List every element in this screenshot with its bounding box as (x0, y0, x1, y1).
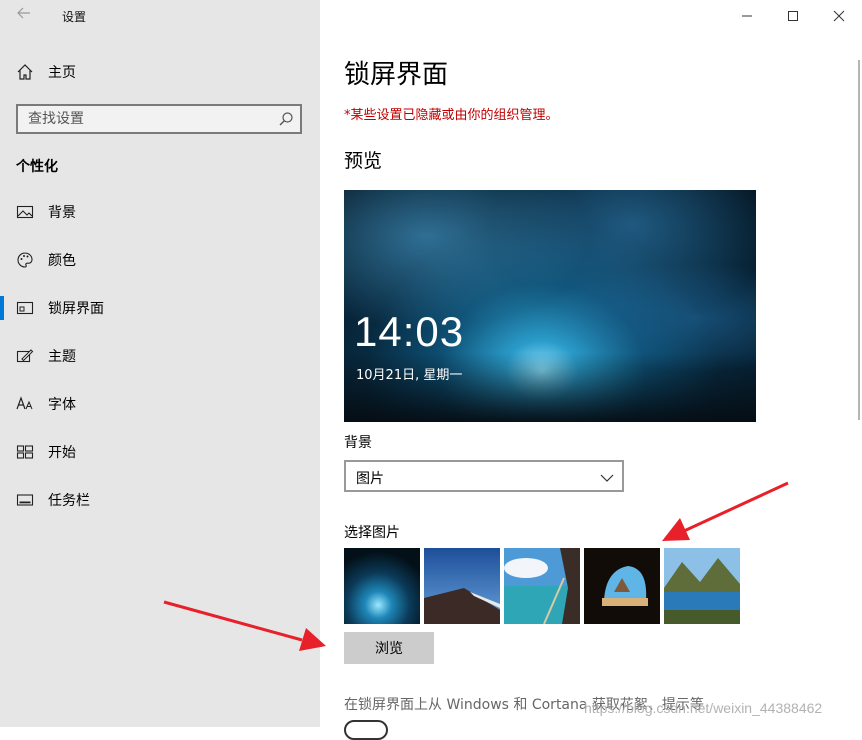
main-content: 锁屏界面 *某些设置已隐藏或由你的组织管理。 预览 14:03 10月21日, … (320, 0, 862, 740)
start-grid-icon (16, 443, 34, 461)
background-label: 背景 (344, 435, 372, 451)
sidebar-item-taskbar[interactable]: 任务栏 (0, 480, 320, 520)
back-arrow-icon[interactable] (12, 4, 36, 28)
sidebar-item-label: 任务栏 (48, 493, 90, 509)
font-icon (16, 395, 34, 413)
sidebar-item-fonts[interactable]: 字体 (0, 384, 320, 424)
chevron-down-icon (600, 470, 614, 484)
lock-screen-icon (16, 299, 34, 317)
maximize-button[interactable] (770, 0, 816, 32)
search-icon[interactable] (278, 111, 294, 127)
sidebar-item-home[interactable]: 主页 (0, 52, 320, 92)
close-button[interactable] (816, 0, 862, 32)
sidebar: 设置 主页 个性化 背景 颜色 锁屏界面 主题 (0, 0, 320, 727)
search-input[interactable] (18, 106, 278, 132)
preview-time: 14:03 (354, 308, 465, 355)
sidebar-item-color[interactable]: 颜色 (0, 240, 320, 280)
watermark-text: https://blog.csdn.net/weixin_44388462 (584, 700, 823, 716)
sidebar-item-label: 字体 (48, 397, 76, 413)
sidebar-item-label: 开始 (48, 445, 76, 461)
thumbnail-cave-beach[interactable] (584, 548, 660, 624)
background-dropdown-value: 图片 (356, 471, 384, 487)
browse-button[interactable]: 浏览 (344, 632, 434, 664)
thumbnail-beach-rock[interactable] (504, 548, 580, 624)
sidebar-item-lock-screen[interactable]: 锁屏界面 (0, 288, 320, 328)
thumbnail-ice-cave[interactable] (344, 548, 420, 624)
tips-toggle[interactable] (344, 720, 388, 740)
app-title: 设置 (62, 10, 87, 24)
sidebar-item-label: 主页 (48, 65, 76, 81)
taskbar-icon (16, 491, 34, 509)
preview-date: 10月21日, 星期一 (356, 368, 463, 383)
sidebar-item-label: 主题 (48, 349, 76, 365)
brush-icon (16, 347, 34, 365)
lock-screen-preview: 14:03 10月21日, 星期一 (344, 190, 756, 422)
preview-heading: 预览 (344, 150, 383, 172)
minimize-button[interactable] (724, 0, 770, 32)
active-indicator (0, 296, 4, 320)
choose-picture-label: 选择图片 (344, 525, 400, 541)
sidebar-item-background[interactable]: 背景 (0, 192, 320, 232)
home-icon (16, 63, 34, 81)
sidebar-item-start[interactable]: 开始 (0, 432, 320, 472)
background-dropdown[interactable]: 图片 (344, 460, 624, 492)
section-header: 个性化 (16, 159, 58, 175)
sidebar-item-label: 背景 (48, 205, 76, 221)
preview-wallpaper (344, 190, 756, 422)
minimize-icon (742, 15, 752, 17)
sidebar-item-label: 颜色 (48, 253, 76, 269)
search-field[interactable] (16, 104, 302, 134)
page-title: 锁屏界面 (344, 60, 449, 90)
maximize-icon (788, 11, 798, 21)
palette-icon (16, 251, 34, 269)
close-icon (833, 10, 845, 22)
scrollbar[interactable] (858, 60, 860, 420)
sidebar-item-themes[interactable]: 主题 (0, 336, 320, 376)
managed-warning: *某些设置已隐藏或由你的组织管理。 (344, 108, 559, 123)
sidebar-item-label: 锁屏界面 (48, 301, 104, 317)
picture-icon (16, 203, 34, 221)
thumbnail-mountain-slope[interactable] (424, 548, 500, 624)
thumbnail-mountain-lake[interactable] (664, 548, 740, 624)
